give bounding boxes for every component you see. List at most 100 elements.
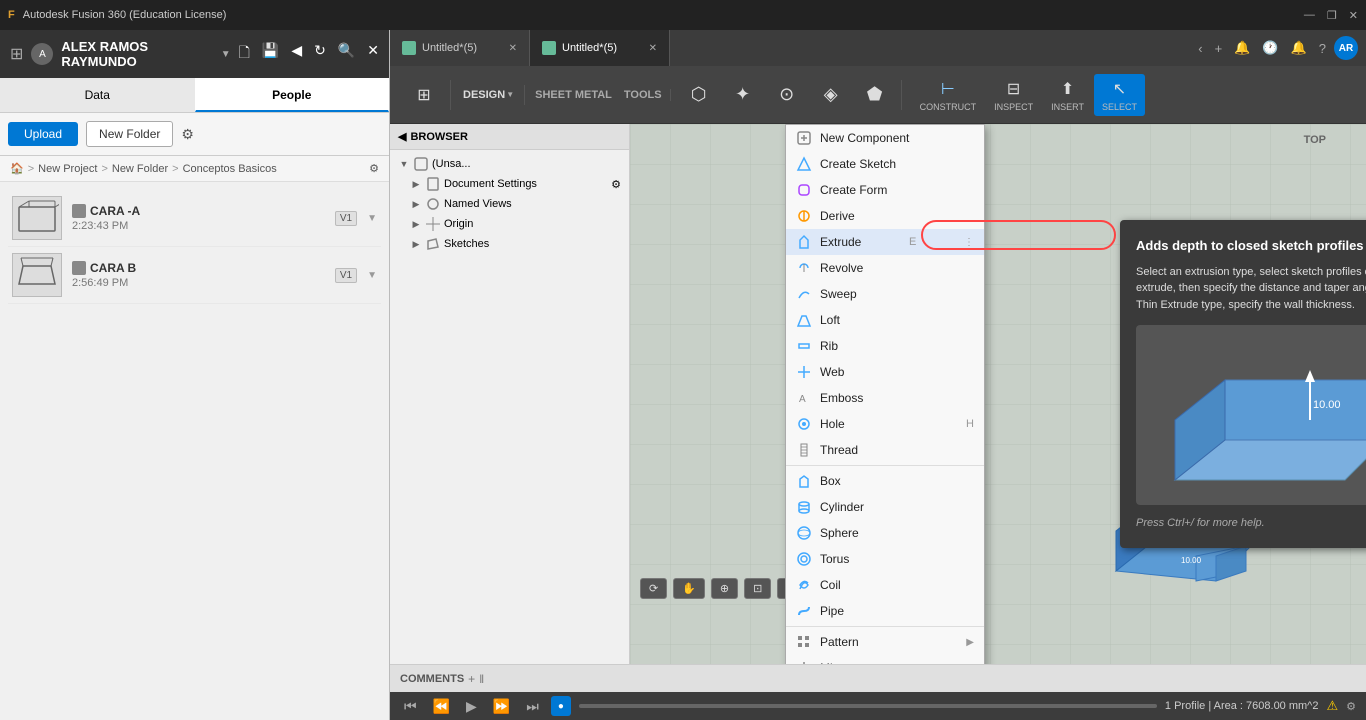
menu-item-sweep[interactable]: Sweep: [786, 281, 984, 307]
menu-item-box[interactable]: Box: [786, 468, 984, 494]
menu-label: Loft: [820, 313, 840, 327]
menu-item-torus[interactable]: Torus: [786, 546, 984, 572]
tab-notifications-button[interactable]: 🔔: [1230, 38, 1254, 58]
menu-label: Create Sketch: [820, 157, 896, 171]
select-button[interactable]: ↖ SELECT: [1094, 74, 1145, 116]
settings-gear-icon[interactable]: ⚙: [611, 178, 621, 191]
tab-people[interactable]: People: [195, 78, 390, 112]
menu-item-loft[interactable]: Loft: [786, 307, 984, 333]
tab-bell-button[interactable]: 🔔: [1287, 38, 1311, 58]
tab-untitled-1[interactable]: Untitled*(5) ✕: [390, 30, 530, 66]
search-icon[interactable]: 🔍: [338, 42, 355, 66]
browser-item-root[interactable]: ▼ (Unsa...: [390, 154, 629, 174]
timeline-start-button[interactable]: ⏮: [400, 696, 421, 717]
tab-close-icon[interactable]: ✕: [509, 43, 517, 54]
inspect-button[interactable]: ⊟ INSPECT: [986, 74, 1041, 116]
menu-item-create-form[interactable]: Create Form: [786, 177, 984, 203]
fit-button[interactable]: ⊡: [744, 578, 771, 599]
timeline-marker[interactable]: ●: [551, 696, 571, 716]
maximize-button[interactable]: ❐: [1327, 9, 1337, 22]
menu-item-emboss[interactable]: A Emboss: [786, 385, 984, 411]
menu-item-thread[interactable]: Thread: [786, 437, 984, 463]
design-dropdown[interactable]: DESIGN ▼: [457, 85, 520, 105]
menu-item-pattern[interactable]: Pattern ▶: [786, 629, 984, 655]
hole-icon: [796, 416, 812, 432]
file-date: 2:23:43 PM: [72, 220, 325, 232]
tab-clock-button[interactable]: 🕐: [1258, 38, 1282, 58]
menu-item-new-component[interactable]: New Component: [786, 125, 984, 151]
construct-button[interactable]: ⊢ CONSTRUCT: [912, 74, 985, 116]
tab-help-button[interactable]: ?: [1315, 39, 1330, 58]
menu-item-sphere[interactable]: Sphere: [786, 520, 984, 546]
menu-item-web[interactable]: Web: [786, 359, 984, 385]
toolbar-icon-4[interactable]: ◈: [809, 80, 853, 110]
breadcrumb-settings-icon[interactable]: ⚙: [369, 162, 379, 175]
upload-button[interactable]: Upload: [8, 122, 78, 146]
browser-item-named-views[interactable]: ▶ Named Views: [390, 194, 629, 214]
file-expand-icon[interactable]: ▼: [367, 213, 377, 224]
cylinder-icon: [796, 499, 812, 515]
toolbar-icon-3[interactable]: ⊙: [765, 80, 809, 110]
emboss-icon: A: [796, 390, 812, 406]
timeline-prev-button[interactable]: ⏪: [429, 696, 454, 717]
timeline-play-button[interactable]: ▶: [462, 696, 481, 717]
menu-item-derive[interactable]: Derive: [786, 203, 984, 229]
breadcrumb-folder[interactable]: New Folder: [112, 163, 168, 175]
minimize-button[interactable]: —: [1304, 9, 1315, 22]
toolbar-grid-button[interactable]: ⊞: [402, 80, 446, 110]
insert-button[interactable]: ⬆ INSERT: [1043, 74, 1092, 116]
tab-close-icon[interactable]: ✕: [649, 43, 657, 54]
refresh-icon[interactable]: ↻: [314, 42, 326, 66]
menu-item-mirror[interactable]: Mirror: [786, 655, 984, 664]
chevron-down-icon[interactable]: ▼: [221, 49, 231, 60]
menu-item-revolve[interactable]: Revolve: [786, 255, 984, 281]
pan-button[interactable]: ✋: [673, 578, 705, 599]
settings-gear-bottom-icon[interactable]: ⚙: [1346, 700, 1356, 713]
menu-item-rib[interactable]: Rib: [786, 333, 984, 359]
breadcrumb-project[interactable]: New Project: [38, 163, 97, 175]
sheet-metal-label[interactable]: SHEET METAL: [535, 89, 612, 101]
browser-toggle-icon[interactable]: ◀: [398, 130, 406, 143]
toolbar-icon-5[interactable]: ⬟: [853, 80, 897, 110]
menu-item-hole[interactable]: Hole H: [786, 411, 984, 437]
timeline-end-button[interactable]: ⏭: [522, 696, 543, 717]
menu-item-pipe[interactable]: Pipe: [786, 598, 984, 624]
settings-button[interactable]: ⚙: [181, 126, 194, 143]
more-options-icon[interactable]: ⋮: [964, 237, 974, 248]
tools-label[interactable]: TOOLS: [624, 89, 662, 101]
timeline-next-button[interactable]: ⏩: [489, 696, 514, 717]
expand-icon[interactable]: ▼: [398, 158, 410, 170]
file-expand-icon[interactable]: ▼: [367, 270, 377, 281]
menu-item-extrude[interactable]: Extrude E ⋮: [786, 229, 984, 255]
zoom-button[interactable]: ⊕: [711, 578, 738, 599]
menu-item-coil[interactable]: Coil: [786, 572, 984, 598]
toolbar-icon-2[interactable]: ✦: [721, 80, 765, 110]
list-item[interactable]: CARA -A 2:23:43 PM V1 ▼: [8, 190, 381, 247]
browser-item-doc[interactable]: ▶ Document Settings ⚙: [390, 174, 629, 194]
collapse-comments-button[interactable]: ‖: [479, 672, 484, 686]
new-folder-button[interactable]: New Folder: [86, 121, 173, 147]
tab-data[interactable]: Data: [0, 78, 195, 112]
panel-close-icon[interactable]: ✕: [367, 42, 379, 66]
menu-label: Box: [820, 474, 841, 488]
browser-item-origin[interactable]: ▶ Origin: [390, 214, 629, 234]
back-icon[interactable]: ◀: [291, 42, 302, 66]
save-icon[interactable]: 💾: [262, 42, 279, 66]
tab-add-button[interactable]: +: [1211, 39, 1227, 58]
breadcrumb-current[interactable]: Conceptos Basicos: [183, 163, 277, 175]
add-comment-button[interactable]: +: [468, 672, 475, 686]
grid-icon[interactable]: ⊞: [10, 44, 23, 64]
tab-chevron-left-button[interactable]: ‹: [1194, 39, 1206, 58]
browser-item-sketches[interactable]: ▶ Sketches: [390, 234, 629, 254]
toolbar-icon-1[interactable]: ⬡: [677, 80, 721, 110]
menu-item-create-sketch[interactable]: Create Sketch: [786, 151, 984, 177]
user-avatar[interactable]: AR: [1334, 36, 1358, 60]
menu-item-cylinder[interactable]: Cylinder: [786, 494, 984, 520]
close-button[interactable]: ✕: [1349, 9, 1358, 22]
browser-origin: Origin: [444, 218, 473, 230]
list-item[interactable]: CARA B 2:56:49 PM V1 ▼: [8, 247, 381, 304]
orbit-button[interactable]: ⟳: [640, 578, 667, 599]
file-icon[interactable]: 🗋: [239, 42, 250, 66]
home-icon[interactable]: 🏠: [10, 162, 24, 175]
tab-untitled-2[interactable]: Untitled*(5) ✕: [530, 30, 670, 66]
